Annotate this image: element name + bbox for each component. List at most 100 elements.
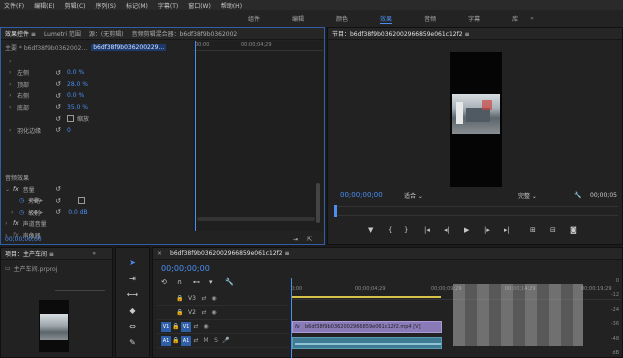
work-area-bar[interactable] bbox=[291, 296, 441, 298]
selection-tool-icon[interactable]: ➤ bbox=[116, 254, 149, 270]
keyframe-nav-icon[interactable]: ◂ ◆ ▸ bbox=[29, 197, 43, 204]
property-value[interactable]: 0.0 % bbox=[67, 69, 127, 76]
a1-clip[interactable] bbox=[292, 337, 442, 349]
solo-button[interactable]: S bbox=[211, 337, 221, 344]
track-name[interactable]: V3 bbox=[185, 295, 199, 302]
property-value[interactable]: 28.0 % bbox=[67, 81, 127, 88]
camera-icon[interactable]: ◙ bbox=[570, 226, 590, 234]
microphone-icon[interactable]: 🎤 bbox=[221, 337, 231, 344]
reset-icon[interactable]: ↺ bbox=[55, 115, 61, 123]
v1-clip[interactable]: fx b6df38f9b0362002966859e061c12f2.mp4 [… bbox=[292, 321, 442, 333]
fx-badge[interactable]: fx bbox=[13, 220, 19, 227]
bypass-checkbox[interactable] bbox=[78, 197, 86, 205]
effect-controls-timecode[interactable]: 00;00;00;00 bbox=[5, 236, 42, 243]
project-tab[interactable]: 项目：主产车间 ≡ bbox=[5, 249, 54, 258]
program-monitor-title[interactable]: 节目：b6df38f9b0362002966859e061c12f2 ≡ bbox=[332, 29, 470, 38]
clip-selector[interactable]: b6df38f9b036200229... bbox=[91, 44, 167, 51]
linked-selection-icon[interactable]: ⊷ bbox=[193, 278, 209, 286]
workspace-effects[interactable]: 效果 bbox=[380, 14, 393, 24]
lock-icon[interactable]: 🔒 bbox=[171, 337, 181, 344]
go-to-out-icon[interactable]: ▸| bbox=[504, 226, 530, 234]
eye-icon[interactable]: ◉ bbox=[209, 309, 219, 316]
sequence-tab[interactable]: b6df38f9b0362002966859e061c12f2 ≡ bbox=[170, 250, 290, 257]
in-point-icon[interactable]: { bbox=[388, 226, 404, 234]
play-icon[interactable]: ▶ bbox=[464, 226, 484, 234]
level-value[interactable]: 0.0 dB bbox=[68, 209, 128, 216]
eye-icon[interactable]: ◉ bbox=[201, 323, 211, 330]
reset-icon[interactable]: ↺ bbox=[55, 69, 61, 77]
track-select-tool-icon[interactable]: ⇥ bbox=[116, 270, 149, 286]
tab-effect-controls[interactable]: 效果控件 ≡ bbox=[5, 29, 36, 38]
fit-dropdown[interactable]: 适合 ⌄ bbox=[404, 191, 423, 200]
workspace-audio[interactable]: 音频 bbox=[424, 14, 436, 23]
reset-icon[interactable]: ↺ bbox=[55, 126, 61, 134]
program-timecode[interactable]: 00;00;00;00 bbox=[340, 191, 383, 199]
program-video-frame[interactable] bbox=[450, 52, 502, 187]
source-patch-v1[interactable]: V1 bbox=[161, 321, 171, 332]
workspace-color[interactable]: 颜色 bbox=[336, 14, 348, 23]
expand-chevron-icon[interactable]: › bbox=[11, 209, 19, 216]
close-icon[interactable]: × bbox=[157, 250, 162, 257]
lock-icon[interactable]: 🔒 bbox=[175, 309, 185, 316]
resolution-dropdown[interactable]: 完整 ⌄ bbox=[518, 191, 537, 200]
menu-title[interactable]: 字幕(T) bbox=[158, 1, 178, 10]
program-scrubber[interactable] bbox=[334, 205, 618, 217]
lock-icon[interactable]: 🔒 bbox=[171, 323, 181, 330]
track-name[interactable]: A1 bbox=[181, 335, 191, 346]
reset-icon[interactable]: ↺ bbox=[55, 92, 61, 100]
wrench-icon[interactable]: 🔧 bbox=[225, 278, 241, 286]
chevron-down-icon[interactable]: ⌄ bbox=[5, 186, 13, 193]
mark-in-icon[interactable]: ▼ bbox=[368, 226, 388, 234]
property-value[interactable]: 0 bbox=[67, 127, 127, 134]
go-to-in-icon[interactable]: |◂ bbox=[424, 226, 444, 234]
menu-sequence[interactable]: 序列(S) bbox=[96, 1, 117, 10]
menu-marker[interactable]: 标记(M) bbox=[126, 1, 148, 10]
project-search[interactable] bbox=[55, 282, 105, 291]
source-patch-a1[interactable]: A1 bbox=[161, 335, 171, 346]
effect-controls-hscrollbar[interactable] bbox=[197, 217, 315, 221]
razor-tool-icon[interactable]: ◆ bbox=[116, 302, 149, 318]
expand-chevron-icon[interactable]: › bbox=[9, 127, 17, 134]
track-name[interactable]: V2 bbox=[185, 309, 199, 316]
pen-tool-icon[interactable]: ✎ bbox=[116, 334, 149, 350]
project-thumbnail[interactable] bbox=[39, 300, 69, 352]
filter-icon[interactable]: ⇥ bbox=[293, 236, 298, 243]
effect-controls-playhead[interactable] bbox=[195, 41, 196, 231]
stopwatch-icon[interactable]: ◷ bbox=[19, 197, 24, 204]
snap-icon[interactable]: ⟲ bbox=[161, 278, 177, 286]
slip-tool-icon[interactable]: ⇔ bbox=[116, 318, 149, 334]
program-playhead[interactable] bbox=[334, 205, 337, 217]
effect-controls-vscrollbar[interactable] bbox=[316, 183, 320, 223]
workspace-assembly[interactable]: 组件 bbox=[248, 14, 260, 23]
reset-icon[interactable]: ↺ bbox=[55, 103, 61, 111]
workspace-overflow-button[interactable]: » bbox=[530, 15, 534, 22]
menu-clip[interactable]: 剪辑(C) bbox=[65, 1, 86, 10]
expand-chevron-icon[interactable]: › bbox=[9, 104, 17, 111]
sync-icon[interactable]: ⇄ bbox=[199, 309, 209, 316]
workspace-captions[interactable]: 字幕 bbox=[468, 14, 480, 23]
sync-icon[interactable]: ⇄ bbox=[191, 323, 201, 330]
tab-lumetri-scopes[interactable]: Lumetri 范围 bbox=[44, 29, 81, 38]
track-name[interactable]: V1 bbox=[181, 321, 191, 332]
lift-icon[interactable]: ⊞ bbox=[530, 226, 550, 234]
reset-icon[interactable]: ↺ bbox=[55, 80, 61, 88]
reset-icon[interactable]: ↺ bbox=[55, 197, 61, 205]
workspace-libraries[interactable]: 库 bbox=[512, 14, 518, 23]
expand-chevron-icon[interactable]: › bbox=[9, 69, 17, 76]
timeline-timecode[interactable]: 00;00;00;00 bbox=[161, 264, 210, 273]
sync-icon[interactable]: ⇄ bbox=[199, 295, 209, 302]
ripple-edit-tool-icon[interactable]: ⟷ bbox=[116, 286, 149, 302]
stopwatch-icon[interactable]: ◷ bbox=[19, 209, 24, 216]
workspace-editing[interactable]: 编辑 bbox=[292, 14, 304, 23]
menu-help[interactable]: 帮助(H) bbox=[221, 1, 242, 10]
expand-chevron-icon[interactable]: › bbox=[9, 92, 17, 99]
keyframe-nav-icon[interactable]: ◂ ◆ ▸ bbox=[29, 209, 43, 216]
menu-edit[interactable]: 编辑(E) bbox=[34, 1, 54, 10]
step-forward-icon[interactable]: |▸ bbox=[484, 226, 504, 234]
zoom-checkbox[interactable] bbox=[67, 115, 74, 123]
overflow-menu-icon[interactable]: » bbox=[92, 250, 96, 257]
expand-chevron-icon[interactable]: › bbox=[9, 81, 17, 88]
eye-icon[interactable]: ◉ bbox=[209, 295, 219, 302]
export-icon[interactable]: ⇱ bbox=[307, 236, 312, 243]
extract-icon[interactable]: ⊟ bbox=[550, 226, 570, 234]
